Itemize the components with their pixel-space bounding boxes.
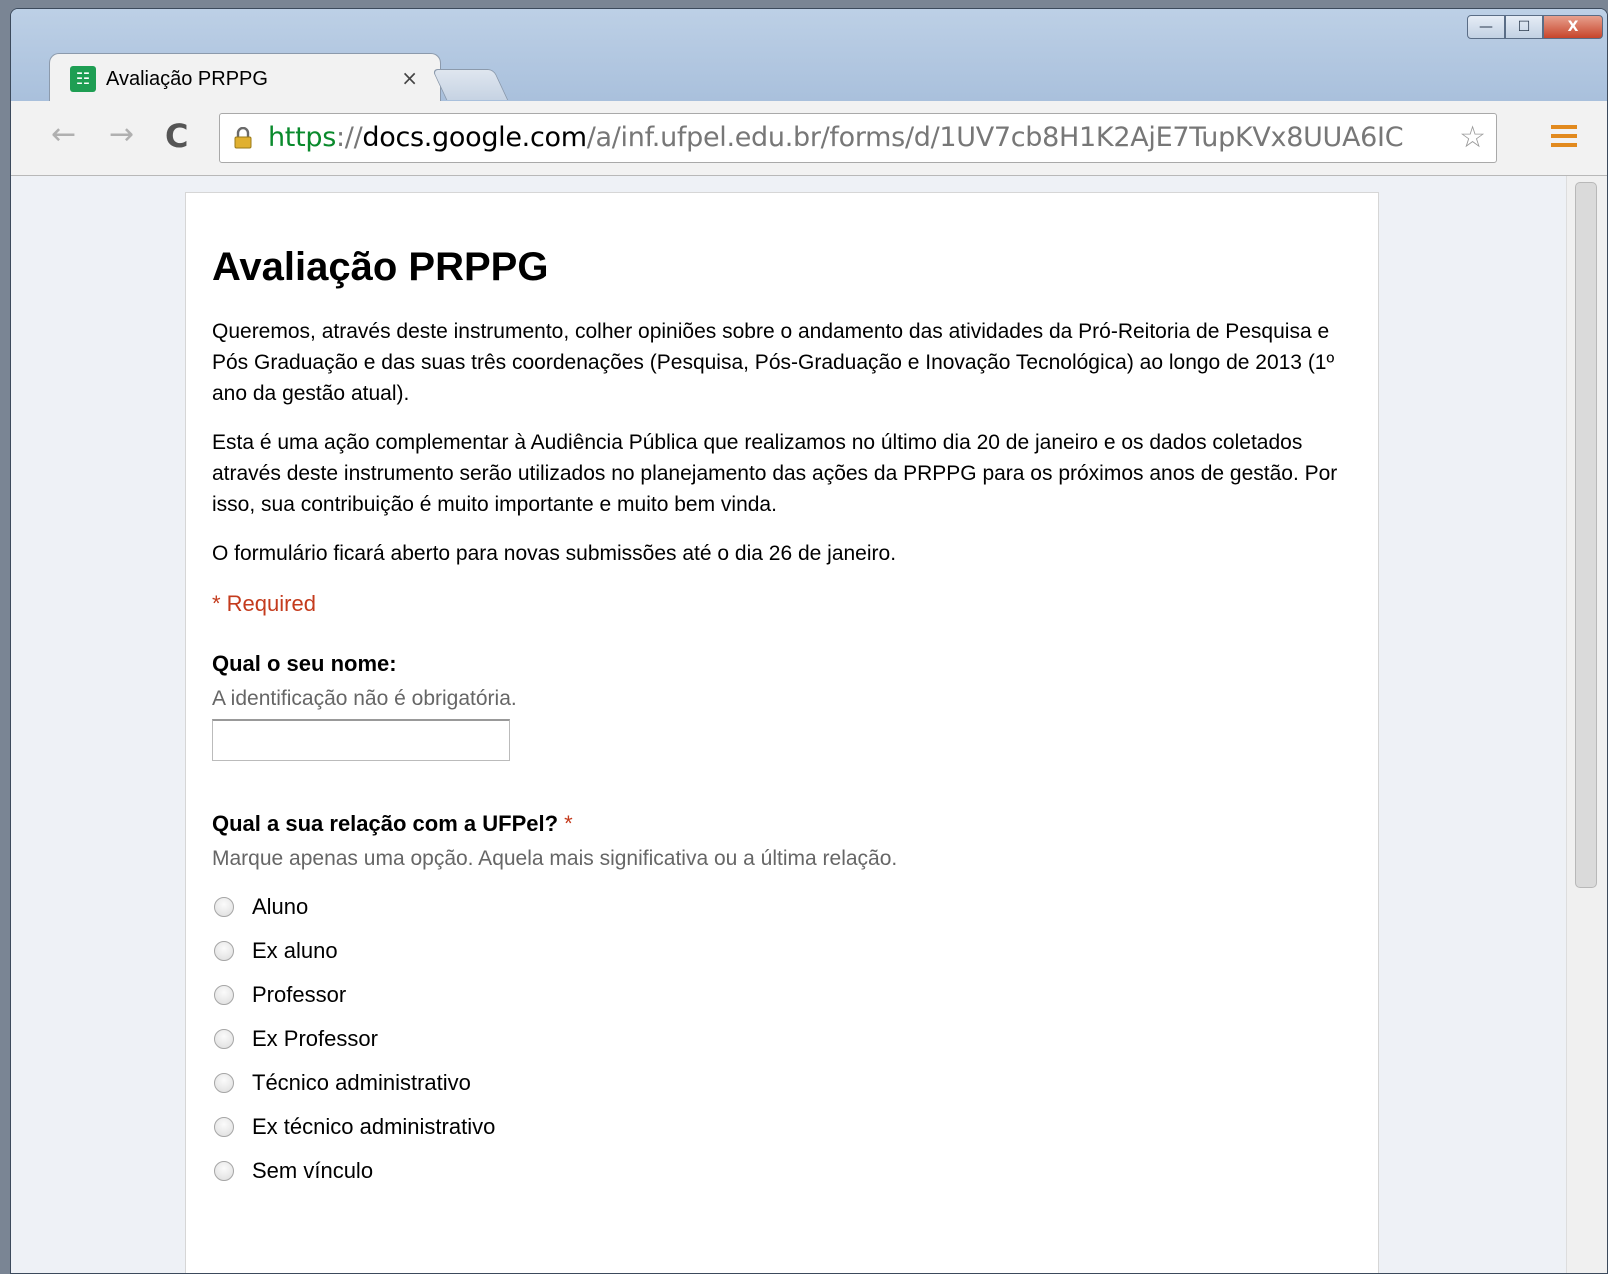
radio-button[interactable] bbox=[214, 1073, 234, 1093]
radio-option-ex-tecnico-administrativo[interactable]: Ex técnico administrativo bbox=[212, 1105, 1352, 1149]
maximize-button[interactable]: ☐ bbox=[1505, 15, 1543, 39]
radio-label[interactable]: Ex Professor bbox=[252, 1026, 378, 1052]
question-name: Qual o seu nome: A identificação não é o… bbox=[212, 651, 1352, 761]
radio-button[interactable] bbox=[214, 1161, 234, 1181]
description-paragraph: Esta é uma ação complementar à Audiência… bbox=[212, 431, 1338, 516]
radio-label[interactable]: Ex aluno bbox=[252, 938, 338, 964]
radio-group: Aluno Ex aluno Professor Ex Professor Té… bbox=[212, 885, 1352, 1193]
minimize-button[interactable]: — bbox=[1467, 15, 1505, 39]
radio-button[interactable] bbox=[214, 985, 234, 1005]
tab-title: Avaliação PRPPG bbox=[106, 68, 268, 90]
vertical-scrollbar[interactable] bbox=[1566, 176, 1607, 1273]
radio-option-sem-vinculo[interactable]: Sem vínculo bbox=[212, 1149, 1352, 1193]
radio-label[interactable]: Ex técnico administrativo bbox=[252, 1114, 495, 1140]
question-help-text: A identificação não é obrigatória. bbox=[212, 687, 517, 710]
required-note: * Required bbox=[212, 591, 316, 616]
hamburger-menu-icon[interactable] bbox=[1551, 125, 1577, 151]
radio-button[interactable] bbox=[214, 1029, 234, 1049]
back-arrow-icon[interactable]: ← bbox=[51, 117, 76, 152]
question-title: Qual a sua relação com a UFPel? * bbox=[212, 811, 1352, 837]
radio-label[interactable]: Técnico administrativo bbox=[252, 1070, 471, 1096]
browser-window: — ☐ X ☷ Avaliação PRPPG × ← → C https://… bbox=[10, 8, 1608, 1274]
radio-option-aluno[interactable]: Aluno bbox=[212, 885, 1352, 929]
title-bar: — ☐ X ☷ Avaliação PRPPG × bbox=[11, 9, 1607, 103]
browser-toolbar: ← → C https://docs.google.com/a/inf.ufpe… bbox=[11, 101, 1607, 176]
radio-label[interactable]: Aluno bbox=[252, 894, 308, 920]
form-description: Queremos, através deste instrumento, col… bbox=[212, 316, 1352, 569]
description-paragraph: Queremos, através deste instrumento, col… bbox=[212, 320, 1335, 405]
url-separator: :// bbox=[336, 122, 363, 153]
radio-button[interactable] bbox=[214, 1117, 234, 1137]
form-card: Avaliação PRPPG Queremos, através deste … bbox=[185, 192, 1379, 1273]
reload-icon[interactable]: C bbox=[165, 117, 188, 155]
question-title: Qual o seu nome: bbox=[212, 651, 397, 676]
required-asterisk: * bbox=[564, 811, 573, 836]
page-viewport: Avaliação PRPPG Queremos, através deste … bbox=[11, 176, 1607, 1273]
radio-button[interactable] bbox=[214, 897, 234, 917]
close-window-button[interactable]: X bbox=[1543, 15, 1603, 39]
new-tab-button[interactable] bbox=[431, 69, 509, 100]
tab-close-icon[interactable]: × bbox=[401, 66, 418, 90]
url-scheme: https bbox=[268, 122, 336, 153]
window-controls: — ☐ X bbox=[1467, 15, 1603, 39]
radio-option-ex-aluno[interactable]: Ex aluno bbox=[212, 929, 1352, 973]
radio-option-tecnico-administrativo[interactable]: Técnico administrativo bbox=[212, 1061, 1352, 1105]
radio-button[interactable] bbox=[214, 941, 234, 961]
url-path: /a/inf.ufpel.edu.br/forms/d/1UV7cb8H1K2A… bbox=[586, 122, 1404, 153]
question-relationship: Qual a sua relação com a UFPel? * Marque… bbox=[212, 811, 1352, 1193]
question-help-text: Marque apenas uma opção. Aquela mais sig… bbox=[212, 847, 898, 870]
google-forms-icon: ☷ bbox=[70, 66, 96, 92]
tab-avaliacao-prppg[interactable]: ☷ Avaliação PRPPG × bbox=[49, 53, 441, 103]
form-title: Avaliação PRPPG bbox=[212, 245, 549, 289]
radio-label[interactable]: Sem vínculo bbox=[252, 1158, 373, 1184]
description-paragraph: O formulário ficará aberto para novas su… bbox=[212, 542, 897, 565]
forward-arrow-icon[interactable]: → bbox=[109, 117, 134, 152]
address-bar[interactable]: https://docs.google.com/a/inf.ufpel.edu.… bbox=[219, 113, 1497, 163]
url-text: https://docs.google.com/a/inf.ufpel.edu.… bbox=[268, 122, 1404, 153]
lock-icon bbox=[234, 127, 252, 149]
url-host: docs.google.com bbox=[362, 122, 587, 153]
question-title-text: Qual a sua relação com a UFPel? bbox=[212, 811, 559, 836]
radio-option-professor[interactable]: Professor bbox=[212, 973, 1352, 1017]
bookmark-star-icon[interactable]: ☆ bbox=[1457, 120, 1486, 155]
radio-label[interactable]: Professor bbox=[252, 982, 346, 1008]
radio-option-ex-professor[interactable]: Ex Professor bbox=[212, 1017, 1352, 1061]
scrollbar-thumb[interactable] bbox=[1575, 182, 1597, 888]
name-input[interactable] bbox=[212, 719, 510, 761]
